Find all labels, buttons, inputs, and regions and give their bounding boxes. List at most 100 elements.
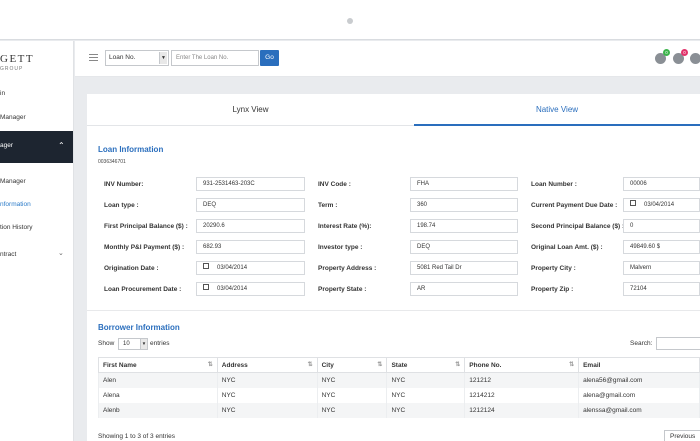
alert-icon[interactable]: 0 — [673, 49, 688, 64]
table-cell: NYC — [316, 387, 388, 403]
field-label: First Principal Balance ($) : — [104, 223, 188, 230]
field-value[interactable]: 20290.6 — [196, 219, 305, 233]
borrower-info-title: Borrower Information — [98, 323, 180, 332]
search-type-value: Loan No. — [109, 54, 136, 61]
column-header-email[interactable]: Email — [578, 357, 700, 373]
loan-info-title: Loan Information — [98, 145, 164, 154]
field-label: Current Payment Due Date : — [531, 202, 618, 209]
field-label: Property State : — [318, 286, 367, 293]
sort-icon: ⇅ — [569, 362, 575, 368]
calendar-icon[interactable] — [203, 263, 209, 270]
field-label: Loan Number : — [531, 181, 577, 188]
table-cell: Alenb — [98, 402, 218, 418]
field-value[interactable]: 49849.60 $ — [623, 240, 700, 254]
field-value[interactable]: 360 — [410, 198, 518, 212]
table-cell: NYC — [216, 387, 318, 403]
field-value[interactable]: FHA — [410, 177, 518, 191]
search-type-select[interactable]: Loan No. ▼ — [105, 50, 169, 66]
column-header-state[interactable]: State ⇅ — [386, 357, 466, 373]
field-value: 03/04/2014 — [217, 286, 248, 292]
sidebar-item-label: ager — [0, 142, 14, 149]
field-label: INV Code : — [318, 181, 351, 188]
field-value[interactable]: 931-2531463-203C — [196, 177, 305, 191]
search-label: Search: — [630, 340, 653, 347]
menu-icon[interactable] — [89, 54, 98, 61]
sidebar-item-contract[interactable]: ntract — [0, 251, 16, 258]
sort-icon: ⇅ — [207, 362, 213, 368]
tab-native-view[interactable]: Native View — [414, 94, 700, 126]
date-field[interactable]: 03/04/2014 — [196, 282, 305, 296]
date-field[interactable]: 03/04/2014 — [196, 261, 305, 275]
table-cell: NYC — [216, 402, 318, 418]
field-value[interactable]: 198.74 — [410, 219, 518, 233]
main-panel: Lynx View Native View Loan Information 0… — [87, 94, 700, 441]
calendar-icon[interactable] — [203, 284, 209, 291]
field-value[interactable]: DEQ — [410, 240, 518, 254]
loan-number-input[interactable]: Enter The Loan No. — [171, 50, 259, 66]
sidebar-item-loan-manager[interactable]: ager ⌃ — [0, 131, 73, 163]
field-label: Property Zip : — [531, 286, 574, 293]
sidebar-subitem-manager[interactable]: Manager — [0, 178, 26, 185]
field-label: Property City : — [531, 265, 576, 272]
table-cell: 121212 — [464, 372, 580, 388]
sidebar-item-main[interactable]: in — [0, 90, 5, 97]
field-value: 03/04/2014 — [217, 265, 248, 271]
alert-badge: 0 — [681, 49, 688, 56]
chevron-down-icon: ⌄ — [58, 250, 64, 257]
field-value[interactable]: 0 — [623, 219, 700, 233]
field-value[interactable]: DEQ — [196, 198, 305, 212]
brand-logo-sub: GROUP — [0, 66, 24, 72]
field-value[interactable]: 5081 Red Tail Dr — [410, 261, 518, 275]
table-cell: NYC — [316, 372, 388, 388]
previous-button[interactable]: Previous — [664, 430, 700, 441]
column-header-city[interactable]: City ⇅ — [316, 357, 388, 373]
field-value[interactable]: 00006 — [623, 177, 700, 191]
table-cell: Alen — [98, 372, 218, 388]
settings-icon[interactable] — [690, 53, 700, 64]
field-value[interactable]: 72104 — [623, 282, 700, 296]
field-label: Loan type : — [104, 202, 139, 209]
sort-icon: ⇅ — [307, 362, 313, 368]
field-label: Second Principal Balance ($) : — [531, 223, 625, 230]
sidebar-subitem-information[interactable]: nformation — [0, 201, 31, 208]
camera-dot-icon — [347, 18, 353, 24]
sidebar-subitem-history[interactable]: tion History — [0, 224, 33, 231]
sort-icon: ⇅ — [377, 362, 383, 368]
notification-icon[interactable]: 0 — [655, 49, 670, 64]
field-label: Monthly P&I Payment ($) : — [104, 244, 185, 251]
sort-icon: ⇅ — [455, 362, 461, 368]
column-header-address[interactable]: Address ⇅ — [216, 357, 318, 373]
field-label: Origination Date : — [104, 265, 159, 272]
column-header-first-name[interactable]: First Name ⇅ — [98, 357, 218, 373]
table-cell: alenssa@gmail.com — [578, 402, 700, 418]
field-value[interactable]: AR — [410, 282, 518, 296]
notification-badge: 0 — [663, 49, 670, 56]
chevron-up-icon: ⌃ — [58, 141, 65, 150]
section-divider — [87, 310, 700, 311]
search-input[interactable] — [656, 337, 700, 350]
table-cell: NYC — [316, 402, 388, 418]
field-label: Investor type : — [318, 244, 363, 251]
field-value[interactable]: 682.93 — [196, 240, 305, 254]
field-value[interactable]: Malvern — [623, 261, 700, 275]
date-field[interactable]: 03/04/2014 — [623, 198, 700, 212]
table-cell: NYC — [216, 372, 318, 388]
table-row: Alen NYC NYC NYC 121212 alena56@gmail.co… — [98, 372, 700, 388]
column-header-phone[interactable]: Phone No. ⇅ — [464, 357, 580, 373]
table-cell: Alena — [98, 387, 218, 403]
table-row: Alenb NYC NYC NYC 1212124 alenssa@gmail.… — [98, 402, 700, 418]
field-value: 03/04/2014 — [644, 202, 675, 208]
column-header-label: City — [321, 361, 334, 369]
field-label: INV Number: — [104, 181, 144, 188]
tab-lynx-view[interactable]: Lynx View — [87, 94, 414, 126]
field-label: Term : — [318, 202, 338, 209]
table-cell: NYC — [386, 387, 466, 403]
sidebar-item-manager[interactable]: Manager — [0, 114, 26, 121]
sidebar: GETT GROUP in Manager ager ⌃ Manager nfo… — [0, 41, 74, 441]
table-cell: alena@gmail.com — [578, 387, 700, 403]
entries-select[interactable]: 10 ▼ — [118, 338, 148, 350]
go-button[interactable]: Go — [260, 50, 279, 66]
table-cell: NYC — [386, 372, 466, 388]
column-header-label: Email — [583, 361, 601, 369]
calendar-icon[interactable] — [630, 200, 636, 207]
